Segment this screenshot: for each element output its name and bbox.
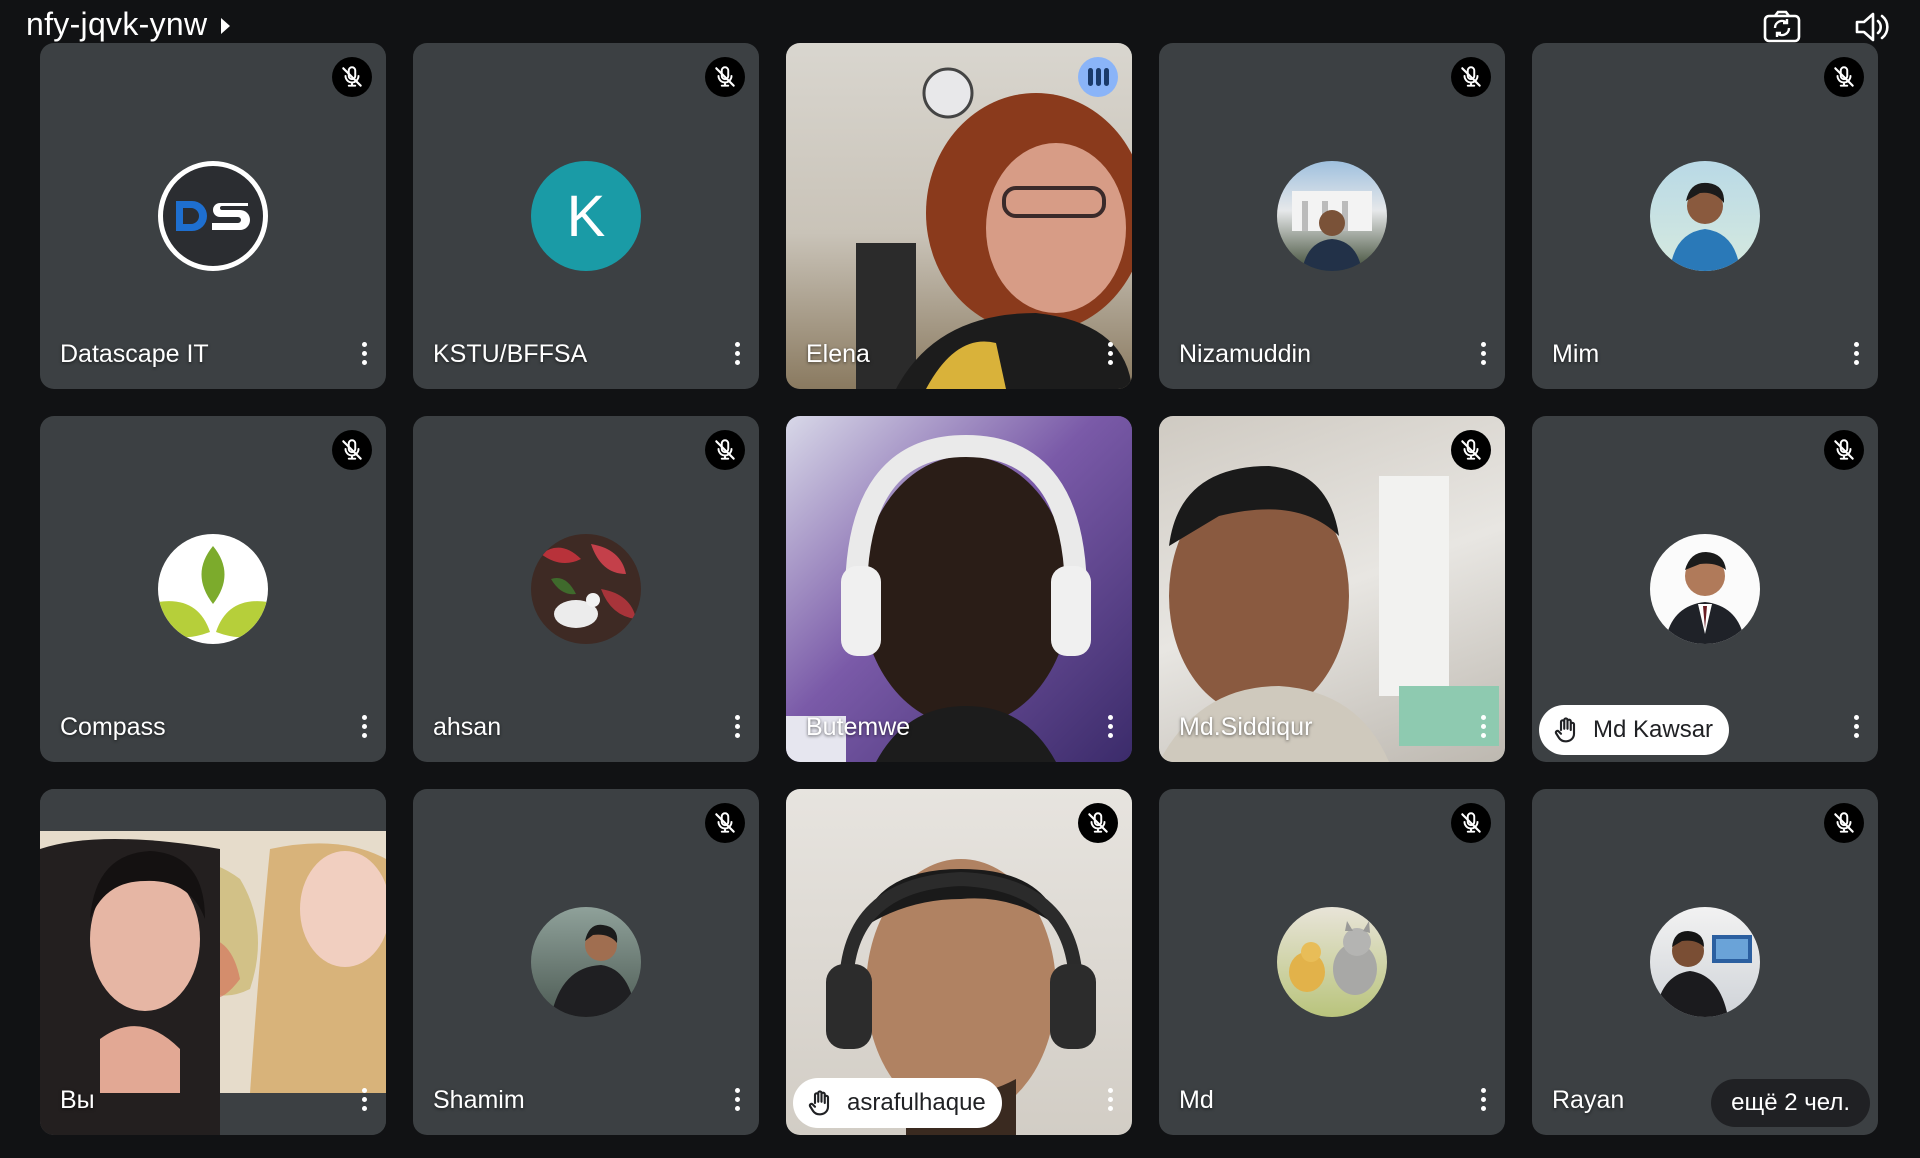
datascape-logo-icon: [176, 201, 250, 231]
mic-off-icon: [332, 430, 372, 470]
mic-off-icon: [1451, 803, 1491, 843]
participant-tile[interactable]: Вы: [40, 789, 386, 1135]
mic-off-icon: [1078, 803, 1118, 843]
participant-name: Elena: [806, 340, 870, 368]
participant-name: Compass: [60, 713, 166, 741]
mic-off-icon: [1824, 803, 1864, 843]
participant-tile[interactable]: Mim: [1532, 43, 1878, 389]
participant-name: Md: [1179, 1086, 1214, 1114]
participant-tile[interactable]: Butemwe: [786, 416, 1132, 762]
participant-grid: Datascape IT K KSTU/BFFSA Elena Nizamudd…: [40, 43, 1878, 1135]
more-options-button[interactable]: [1473, 1083, 1493, 1115]
participant-name: Md.Siddiqur: [1179, 713, 1313, 741]
mic-off-icon: [705, 803, 745, 843]
participant-name: Вы: [60, 1086, 95, 1114]
top-bar: nfy-jqvk-ynw: [0, 0, 1920, 44]
more-options-button[interactable]: [1473, 337, 1493, 369]
participant-name: Nizamuddin: [1179, 340, 1312, 368]
avatar: [531, 534, 641, 644]
mic-off-icon: [332, 57, 372, 97]
video-feed: [786, 416, 1132, 762]
participant-tile[interactable]: Shamim: [413, 789, 759, 1135]
participant-tile[interactable]: asrafulhaque: [786, 789, 1132, 1135]
more-options-button[interactable]: [1846, 337, 1866, 369]
avatar: K: [531, 161, 641, 271]
raised-hand-icon: [1551, 715, 1581, 745]
more-options-button[interactable]: [354, 1083, 374, 1115]
mic-off-icon: [705, 430, 745, 470]
avatar: [1650, 534, 1760, 644]
more-options-button[interactable]: [1100, 337, 1120, 369]
avatar-initial: K: [566, 183, 606, 249]
speaking-indicator-icon: [1078, 57, 1118, 97]
participant-tile[interactable]: Nizamuddin: [1159, 43, 1505, 389]
participant-name: Mim: [1552, 340, 1600, 368]
mic-off-icon: [1824, 57, 1864, 97]
participant-tile[interactable]: Rayan ещё 2 чел.: [1532, 789, 1878, 1135]
participant-name: Rayan: [1552, 1086, 1625, 1114]
participant-tile[interactable]: Compass: [40, 416, 386, 762]
participant-name: Datascape IT: [60, 340, 209, 368]
more-participants-button[interactable]: ещё 2 чел.: [1711, 1079, 1870, 1127]
avatar: [1277, 161, 1387, 271]
video-feed: [40, 789, 386, 1135]
participant-name: Shamim: [433, 1086, 525, 1114]
more-options-button[interactable]: [1473, 710, 1493, 742]
avatar: [1650, 161, 1760, 271]
avatar: [158, 534, 268, 644]
more-options-button[interactable]: [727, 710, 747, 742]
participant-tile[interactable]: Md: [1159, 789, 1505, 1135]
more-options-button[interactable]: [727, 1083, 747, 1115]
raised-hand-icon: [805, 1088, 835, 1118]
participant-tile[interactable]: ahsan: [413, 416, 759, 762]
speaker-icon[interactable]: [1852, 8, 1892, 46]
mic-off-icon: [1451, 430, 1491, 470]
participant-tile[interactable]: Md Kawsar: [1532, 416, 1878, 762]
mic-off-icon: [705, 57, 745, 97]
avatar: [531, 907, 641, 1017]
raised-hand-badge: asrafulhaque: [793, 1078, 1002, 1128]
participant-name: asrafulhaque: [847, 1089, 986, 1116]
leaf-logo-icon: [158, 546, 268, 638]
participant-tile[interactable]: Datascape IT: [40, 43, 386, 389]
chevron-right-icon: [221, 18, 231, 34]
participant-tile[interactable]: Md.Siddiqur: [1159, 416, 1505, 762]
meeting-code-button[interactable]: nfy-jqvk-ynw: [26, 6, 231, 43]
switch-camera-icon[interactable]: [1762, 8, 1802, 46]
more-options-button[interactable]: [354, 337, 374, 369]
raised-hand-badge: Md Kawsar: [1539, 705, 1730, 755]
participant-tile[interactable]: Elena: [786, 43, 1132, 389]
mic-off-icon: [1451, 57, 1491, 97]
participant-tile[interactable]: K KSTU/BFFSA: [413, 43, 759, 389]
more-options-button[interactable]: [1100, 710, 1120, 742]
participant-name: KSTU/BFFSA: [433, 340, 588, 368]
avatar: [1650, 907, 1760, 1017]
more-options-button[interactable]: [1100, 1083, 1120, 1115]
mic-off-icon: [1824, 430, 1864, 470]
participant-name: Butemwe: [806, 713, 911, 741]
more-options-button[interactable]: [1846, 710, 1866, 742]
avatar: [1277, 907, 1387, 1017]
participant-name: Md Kawsar: [1593, 716, 1714, 743]
more-options-button[interactable]: [354, 710, 374, 742]
video-feed: [1159, 416, 1505, 762]
more-options-button[interactable]: [727, 337, 747, 369]
participant-name: ahsan: [433, 713, 502, 741]
avatar: [158, 161, 268, 271]
meeting-code-label: nfy-jqvk-ynw: [26, 6, 208, 42]
video-feed: [786, 43, 1132, 389]
